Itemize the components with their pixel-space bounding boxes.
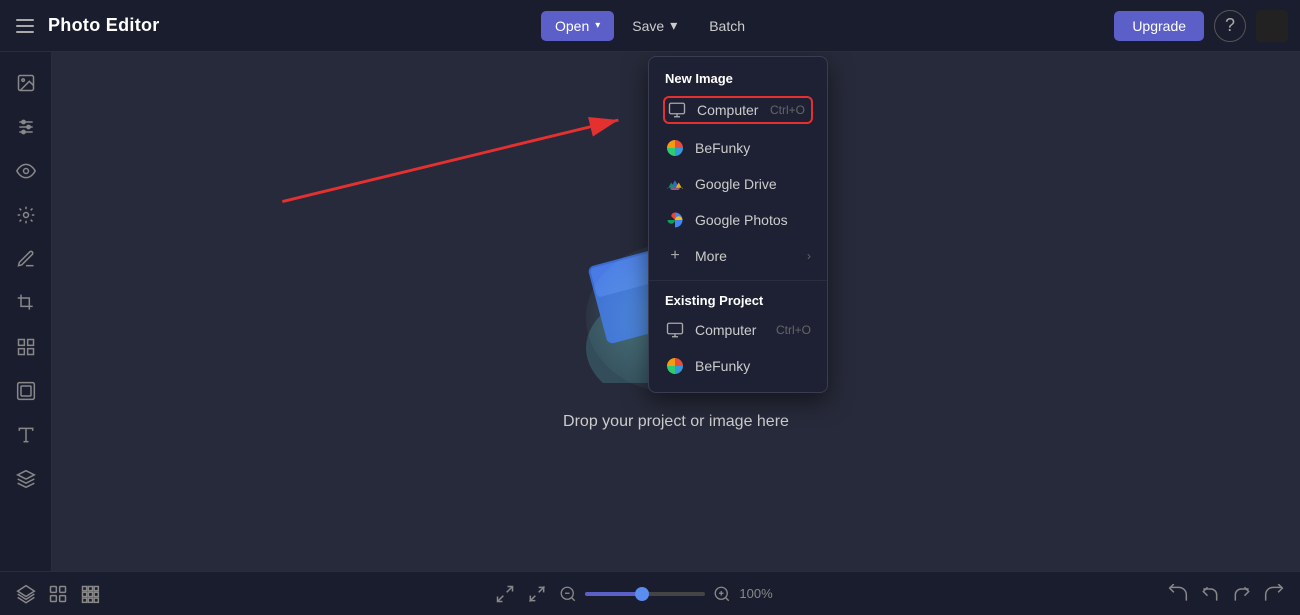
sidebar-icon-frames[interactable] <box>7 372 45 410</box>
header-right: Upgrade ? <box>759 10 1288 42</box>
computer-icon <box>667 100 687 120</box>
sidebar-icon-text[interactable] <box>7 416 45 454</box>
save-chevron: ▾ <box>670 17 677 34</box>
sidebar-icon-graphics[interactable] <box>7 460 45 498</box>
zoom-fit-icon[interactable] <box>527 584 547 604</box>
sidebar-icon-brush[interactable] <box>7 240 45 278</box>
upgrade-button[interactable]: Upgrade <box>1114 11 1204 41</box>
bottom-center-tools: 100% <box>495 584 772 604</box>
existing-project-section-label: Existing Project <box>649 287 827 312</box>
sidebar-icon-eye[interactable] <box>7 152 45 190</box>
more-chevron-right: › <box>807 249 811 263</box>
open-label: Open <box>555 18 589 34</box>
undo-icon[interactable] <box>1200 584 1220 604</box>
open-chevron: ▾ <box>595 20 600 31</box>
sidebar-icon-image[interactable] <box>7 64 45 102</box>
sidebar-icon-effects[interactable] <box>7 196 45 234</box>
open-button[interactable]: Open ▾ <box>541 11 614 41</box>
new-image-gphotos-label: Google Photos <box>695 212 788 228</box>
upgrade-label: Upgrade <box>1132 18 1186 34</box>
new-image-gdrive-item[interactable]: Google Drive <box>649 166 827 202</box>
zoom-control: 100% <box>559 585 772 603</box>
menu-button[interactable] <box>12 15 38 37</box>
sidebar-icon-adjustments[interactable] <box>7 108 45 146</box>
redo-history-icon[interactable] <box>1264 584 1284 604</box>
zoom-slider-fill <box>585 592 641 596</box>
app-title: Photo Editor <box>48 15 160 36</box>
zoom-out-icon[interactable] <box>559 585 577 603</box>
layers-icon[interactable] <box>16 584 36 604</box>
gdrive-icon <box>665 174 685 194</box>
main-area: BR G Drop your project or image here New… <box>0 52 1300 571</box>
new-image-more-label: More <box>695 248 727 264</box>
new-image-befunky-label: BeFunky <box>695 140 750 156</box>
bottom-right-tools <box>1168 584 1284 604</box>
sidebar-icon-crop[interactable] <box>7 284 45 322</box>
save-button[interactable]: Save ▾ <box>618 10 691 41</box>
save-label: Save <box>632 18 664 34</box>
new-image-computer-item[interactable]: Computer Ctrl+O <box>649 90 827 130</box>
more-icon: + <box>665 246 685 266</box>
dropdown-divider <box>649 280 827 281</box>
batch-button[interactable]: Batch <box>695 11 759 41</box>
canvas-area[interactable]: BR G Drop your project or image here New… <box>52 52 1300 571</box>
new-image-gdrive-label: Google Drive <box>695 176 777 192</box>
header-center: Open ▾ Save ▾ Batch <box>541 10 759 41</box>
new-image-computer-label: Computer <box>697 102 758 118</box>
header: Photo Editor Open ▾ Save ▾ Batch Upgrade… <box>0 0 1300 52</box>
new-image-gphotos-item[interactable]: Google Photos <box>649 202 827 238</box>
existing-computer-icon <box>665 320 685 340</box>
existing-befunky-item[interactable]: BeFunky <box>649 348 827 384</box>
fit-screen-icon[interactable] <box>495 584 515 604</box>
sidebar-icon-elements[interactable] <box>7 328 45 366</box>
new-image-computer-shortcut: Ctrl+O <box>770 103 805 117</box>
zoom-in-icon[interactable] <box>713 585 731 603</box>
existing-befunky-label: BeFunky <box>695 358 750 374</box>
drop-text: Drop your project or image here <box>563 413 789 431</box>
zoom-slider-track[interactable] <box>585 592 705 596</box>
open-dropdown-menu: New Image Computer Ctrl+O BeFunky <box>648 56 828 393</box>
existing-computer-shortcut: Ctrl+O <box>776 323 811 337</box>
grid-icon[interactable] <box>80 584 100 604</box>
history-icon[interactable] <box>48 584 68 604</box>
befunky-icon <box>665 138 685 158</box>
new-image-more-item[interactable]: + More › <box>649 238 827 274</box>
sidebar <box>0 52 52 571</box>
redo-icon[interactable] <box>1232 584 1252 604</box>
help-button[interactable]: ? <box>1214 10 1246 42</box>
zoom-slider-thumb[interactable] <box>635 587 649 601</box>
bottom-toolbar: 100% <box>0 571 1300 615</box>
new-image-section-label: New Image <box>649 65 827 90</box>
gphotos-icon <box>665 210 685 230</box>
batch-label: Batch <box>709 18 745 34</box>
help-icon: ? <box>1225 15 1235 36</box>
header-left: Photo Editor <box>12 15 541 37</box>
avatar[interactable] <box>1256 10 1288 42</box>
zoom-value: 100% <box>739 586 772 601</box>
undo-history-icon[interactable] <box>1168 584 1188 604</box>
existing-befunky-icon <box>665 356 685 376</box>
existing-computer-label: Computer <box>695 322 756 338</box>
new-image-befunky-item[interactable]: BeFunky <box>649 130 827 166</box>
bottom-left-tools <box>16 584 100 604</box>
existing-computer-item[interactable]: Computer Ctrl+O <box>649 312 827 348</box>
